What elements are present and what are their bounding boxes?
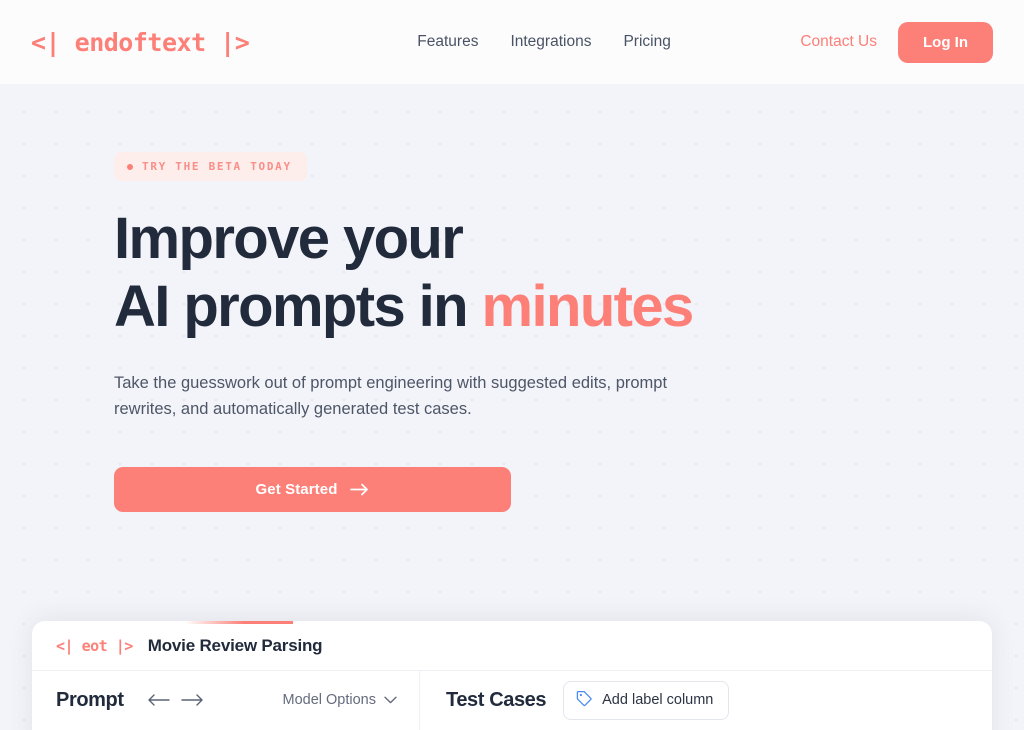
header-actions: Contact Us Log In — [800, 21, 993, 63]
prompt-panel-header: Prompt Model Options — [56, 685, 397, 715]
prompt-heading: Prompt — [56, 688, 124, 711]
app-logo: <| eot |> — [56, 636, 133, 655]
test-cases-header: Test Cases Add label column — [420, 680, 992, 720]
headline-accent-word: minutes — [481, 274, 695, 339]
redo-arrow-right-icon[interactable] — [180, 694, 204, 706]
primary-nav: Features Integrations Pricing — [417, 33, 671, 51]
add-label-column-label: Add label column — [602, 692, 714, 708]
hero-content: TRY THE BETA TODAY Improve your AI promp… — [0, 84, 1024, 513]
get-started-label: Get Started — [255, 481, 338, 499]
nav-link-features[interactable]: Features — [417, 33, 478, 51]
prompt-panel: Prompt Model Options — [32, 671, 420, 730]
headline-line-1: Improve your — [114, 206, 464, 271]
page-title: Improve your AI prompts in minutes — [114, 210, 1024, 336]
undo-arrow-left-icon[interactable] — [147, 694, 170, 706]
chevron-down-icon — [384, 692, 397, 708]
app-card-body: Prompt Model Options Test Cases Add labe… — [32, 671, 992, 730]
beta-badge: TRY THE BETA TODAY — [114, 152, 307, 181]
site-header: <| endoftext |> Features Integrations Pr… — [0, 0, 1024, 84]
model-options-label: Model Options — [282, 692, 377, 708]
model-options-dropdown[interactable]: Model Options — [283, 692, 398, 708]
hero-subtitle: Take the guesswork out of prompt enginee… — [114, 374, 668, 418]
arrow-right-icon — [350, 483, 369, 496]
nav-link-pricing[interactable]: Pricing — [623, 33, 670, 51]
project-title: Movie Review Parsing — [147, 635, 323, 655]
dot-icon — [127, 163, 133, 170]
landing-page: <| endoftext |> Features Integrations Pr… — [0, 0, 1024, 730]
headline-line-2: AI prompts in minutes — [114, 278, 1024, 336]
app-card-header: <| eot |> Movie Review Parsing — [32, 621, 992, 671]
history-controls — [147, 694, 204, 706]
beta-badge-label: TRY THE BETA TODAY — [142, 160, 292, 173]
card-accent-line — [185, 621, 293, 624]
brand-logo[interactable]: <| endoftext |> — [31, 30, 250, 55]
add-label-column-button[interactable]: Add label column — [563, 680, 730, 720]
headline-line-2-plain: AI prompts in — [114, 274, 482, 339]
app-preview-card: <| eot |> Movie Review Parsing Prompt Mo… — [32, 621, 992, 730]
test-cases-heading: Test Cases — [446, 688, 547, 711]
tag-icon — [576, 690, 593, 711]
log-in-button[interactable]: Log In — [898, 21, 993, 63]
contact-us-link[interactable]: Contact Us — [800, 33, 890, 51]
get-started-button[interactable]: Get Started — [114, 467, 511, 513]
nav-link-integrations[interactable]: Integrations — [510, 33, 591, 51]
test-cases-panel: Test Cases Add label column — [420, 671, 992, 730]
hero-section: TRY THE BETA TODAY Improve your AI promp… — [0, 84, 1024, 730]
